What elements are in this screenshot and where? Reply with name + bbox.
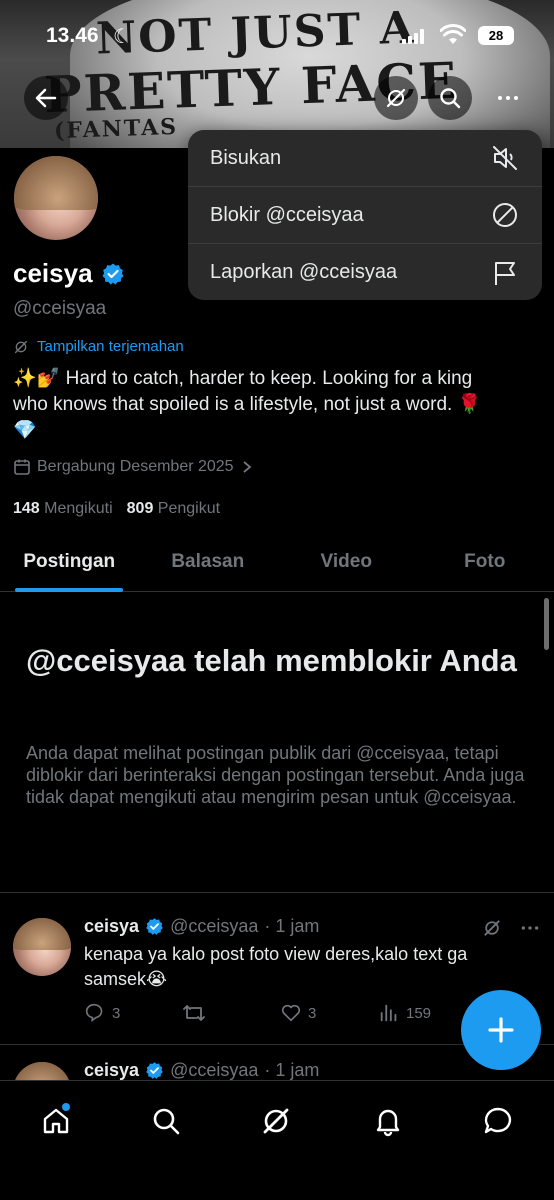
menu-item-report[interactable]: Laporkan @cceisyaa xyxy=(188,244,542,300)
like-count: 3 xyxy=(308,1004,317,1022)
profile-actions-menu: Bisukan Blokir @cceisyaa Laporkan @cceis… xyxy=(188,130,542,300)
more-button[interactable] xyxy=(486,76,530,120)
battery-indicator: 28 xyxy=(478,26,514,45)
heart-icon xyxy=(281,1004,301,1022)
following-link[interactable]: 148 Mengikuti xyxy=(13,500,113,518)
arrow-left-icon xyxy=(35,88,57,108)
bio-line-3: 💎 xyxy=(13,420,37,441)
profile-tabs: Postingan Balasan Video Foto xyxy=(0,534,554,592)
profile-avatar[interactable] xyxy=(10,152,102,244)
calendar-icon xyxy=(14,459,30,475)
divider xyxy=(0,892,554,893)
wifi-icon xyxy=(440,24,466,44)
tweet-time: · 1 jam xyxy=(264,1060,320,1080)
nav-messages[interactable] xyxy=(476,1099,520,1143)
verified-badge-icon[interactable] xyxy=(101,262,125,286)
tweet-author-handle: @cceisyaa xyxy=(170,916,259,936)
reply-count: 3 xyxy=(112,1004,121,1022)
search-icon xyxy=(440,88,461,109)
profile-handle: @cceisyaa xyxy=(13,298,107,319)
verified-badge-icon xyxy=(146,1062,163,1079)
grok-icon xyxy=(14,340,28,353)
tweet-author-handle: @cceisyaa xyxy=(170,1060,259,1080)
tab-video[interactable]: Video xyxy=(277,534,416,591)
translate-link[interactable]: Tampilkan terjemahan xyxy=(13,338,184,355)
chevron-right-icon xyxy=(243,461,251,473)
view-count: 159 xyxy=(406,1004,432,1022)
menu-item-label: Bisukan xyxy=(210,146,282,169)
grok-icon xyxy=(386,88,406,108)
banner-text-3: (FANTAS xyxy=(53,113,179,145)
back-button[interactable] xyxy=(24,76,68,120)
block-icon xyxy=(493,203,517,227)
nav-grok[interactable] xyxy=(254,1099,298,1143)
more-icon[interactable] xyxy=(520,918,540,938)
grok-icon xyxy=(263,1108,289,1134)
tweet-avatar[interactable] xyxy=(13,918,71,976)
tweet-header: ceisya @cceisyaa · 1 jam xyxy=(84,1060,319,1081)
nav-notifications[interactable] xyxy=(366,1099,410,1143)
grok-icon[interactable] xyxy=(482,918,502,938)
nav-search[interactable] xyxy=(144,1099,188,1143)
joined-date[interactable]: Bergabung Desember 2025 xyxy=(13,458,254,476)
mute-icon xyxy=(493,146,517,170)
blocked-description: Anda dapat melihat postingan publik dari… xyxy=(26,743,525,807)
plus-icon xyxy=(488,1017,514,1043)
translate-label: Tampilkan terjemahan xyxy=(37,338,184,355)
verified-badge-icon xyxy=(146,918,163,935)
follow-stats: 148 Mengikuti 809 Pengikut xyxy=(13,500,220,518)
menu-item-label: Laporkan @cceisyaa xyxy=(210,261,398,283)
blocked-title: @cceisyaa telah memblokir Anda xyxy=(26,643,517,678)
repost-icon xyxy=(183,1005,205,1021)
more-icon xyxy=(498,96,518,100)
tweet-author-name[interactable]: ceisya xyxy=(84,1060,139,1081)
views-icon xyxy=(380,1004,397,1022)
flag-icon xyxy=(495,261,515,285)
profile-bio: ✨💅 Hard to catch, harder to keep. Lookin… xyxy=(13,366,533,444)
menu-item-mute[interactable]: Bisukan xyxy=(188,130,542,187)
profile-name: ceisya xyxy=(13,258,93,288)
bio-line-1: ✨💅 Hard to catch, harder to keep. Lookin… xyxy=(13,368,473,389)
compose-button[interactable] xyxy=(461,990,541,1070)
grok-button[interactable] xyxy=(374,76,418,120)
reply-icon xyxy=(85,1003,103,1022)
nav-home[interactable] xyxy=(34,1099,78,1143)
repost-button[interactable] xyxy=(182,1002,280,1024)
bio-line-2: who knows that spoiled is a lifestyle, n… xyxy=(13,394,482,415)
like-button[interactable]: 3 xyxy=(280,1002,378,1024)
tab-posts[interactable]: Postingan xyxy=(0,534,139,591)
tweet-text: kenapa ya kalo post foto view deres,kalo… xyxy=(84,944,468,989)
tweet-time: · 1 jam xyxy=(264,916,320,936)
followers-count: 809 xyxy=(126,500,154,517)
search-icon xyxy=(153,1108,180,1135)
scrollbar[interactable] xyxy=(544,598,549,650)
profile-name-row: ceisya xyxy=(13,258,125,289)
status-time: 13.46 xyxy=(46,24,99,47)
status-bar: 13.46 ☾ 28 xyxy=(0,20,554,56)
following-label: Mengikuti xyxy=(44,500,113,517)
bottom-navigation xyxy=(0,1080,554,1200)
tab-replies[interactable]: Balasan xyxy=(139,534,278,591)
bell-icon xyxy=(376,1109,400,1137)
tweet-header: ceisya @cceisyaa · 1 jam xyxy=(84,916,319,937)
menu-item-label: Blokir @cceisyaa xyxy=(210,203,364,226)
followers-label: Pengikut xyxy=(157,500,221,517)
following-count: 148 xyxy=(13,500,40,517)
search-button[interactable] xyxy=(428,76,472,120)
tweet-author-name[interactable]: ceisya xyxy=(84,916,139,937)
signal-icon xyxy=(402,28,424,44)
tweet-actions: 3 3 159 xyxy=(84,1002,476,1024)
followers-link[interactable]: 809 Pengikut xyxy=(127,500,220,518)
notification-dot xyxy=(62,1103,70,1111)
moon-icon: ☾ xyxy=(113,26,131,48)
message-icon xyxy=(484,1107,512,1134)
menu-item-block[interactable]: Blokir @cceisyaa xyxy=(188,187,542,244)
joined-label: Bergabung Desember 2025 xyxy=(37,458,234,475)
reply-button[interactable]: 3 xyxy=(84,1002,182,1024)
tab-photos[interactable]: Foto xyxy=(416,534,554,591)
